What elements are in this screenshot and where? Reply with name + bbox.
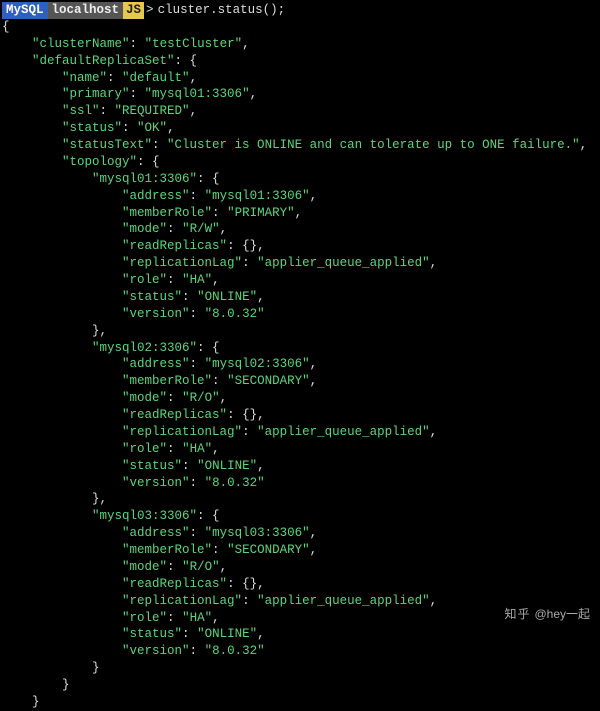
prompt-line: MySQL localhostJS> cluster.status(); [2,2,600,19]
watermark: 知乎 @hey一起 [504,606,590,622]
terminal[interactable]: MySQL localhostJS>cluster.status(); { "c… [0,0,600,711]
badge-host: localhost [48,2,124,19]
watermark-site: 知乎 [504,607,530,621]
badge-js: JS [123,2,144,19]
badge-mysql: MySQL [2,2,48,19]
command-text: cluster.status(); [158,3,286,17]
prompt-chevron: > [146,3,154,17]
watermark-handle: @hey一起 [534,607,590,621]
